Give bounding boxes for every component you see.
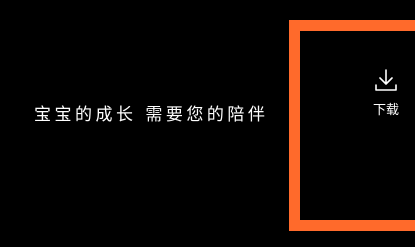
download-label: 下载 (372, 103, 399, 118)
slogan-text: 宝宝的成长 需要您的陪伴 (34, 105, 269, 125)
download-icon (375, 69, 397, 91)
download-button[interactable]: 下载 (362, 68, 410, 128)
